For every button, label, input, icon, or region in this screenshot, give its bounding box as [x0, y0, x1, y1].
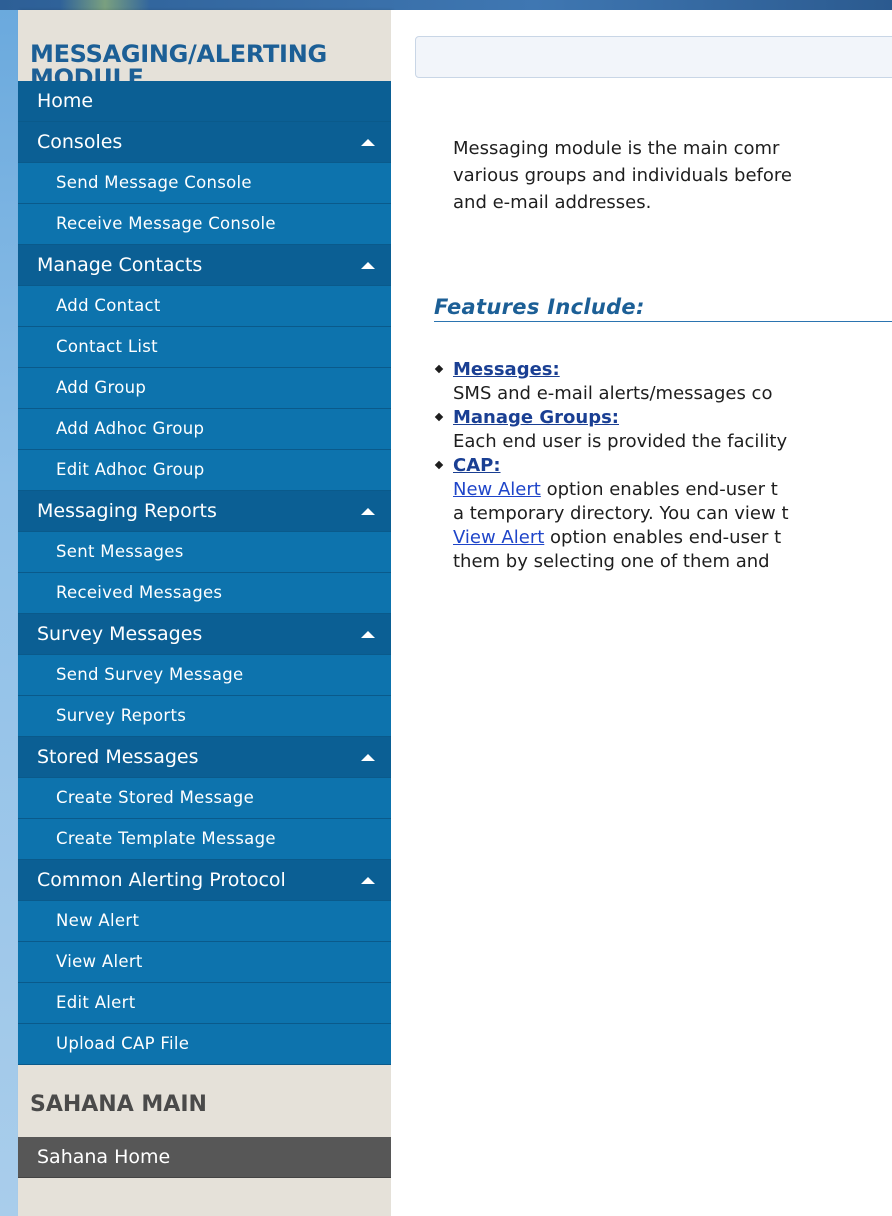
menu-item-label: Add Contact	[56, 296, 161, 315]
menu-item-label: Consoles	[37, 131, 123, 153]
menu-item-label: Add Adhoc Group	[56, 419, 205, 438]
menu-item-label: View Alert	[56, 952, 143, 971]
menu-item-label: Send Message Console	[56, 173, 252, 192]
menu-item-label: Send Survey Message	[56, 665, 244, 684]
menu-item-survey-messages[interactable]: Survey Messages	[18, 614, 391, 655]
triangle-up-icon[interactable]	[361, 877, 375, 884]
submenu-item-send-message-console[interactable]: Send Message Console	[18, 163, 391, 204]
menu-item-consoles[interactable]: Consoles	[18, 122, 391, 163]
menu-item-label: Add Group	[56, 378, 147, 397]
menu-item-label: Receive Message Console	[56, 214, 276, 233]
submenu-item-edit-alert[interactable]: Edit Alert	[18, 983, 391, 1024]
menu-item-stored-messages[interactable]: Stored Messages	[18, 737, 391, 778]
menu-item-common-alerting-protocol[interactable]: Common Alerting Protocol	[18, 860, 391, 901]
submenu-item-edit-adhoc-group[interactable]: Edit Adhoc Group	[18, 450, 391, 491]
menu-item-home[interactable]: Home	[18, 81, 391, 122]
diamond-bullet-icon	[434, 364, 444, 374]
menu-item-label: Contact List	[56, 337, 158, 356]
triangle-up-icon[interactable]	[361, 754, 375, 761]
sidebar: MESSAGING/ALERTING MODULE Home Consoles Se…	[18, 10, 391, 1216]
feature-desc-groups: Each end user is provided the facility	[453, 431, 788, 452]
menu-item-label: Stored Messages	[37, 746, 199, 768]
feature-title-groups[interactable]: Manage Groups:	[453, 406, 892, 430]
cap-line3-text: option enables end-user t	[544, 527, 782, 548]
main-content: Messaging module is the main comr variou…	[391, 10, 892, 1216]
menu-item-manage-contacts[interactable]: Manage Contacts	[18, 245, 391, 286]
submenu-item-create-stored-message[interactable]: Create Stored Message	[18, 778, 391, 819]
submenu-item-receive-message-console[interactable]: Receive Message Console	[18, 204, 391, 245]
submenu-item-survey-reports[interactable]: Survey Reports	[18, 696, 391, 737]
submenu-item-received-messages[interactable]: Received Messages	[18, 573, 391, 614]
menu-item-label: Received Messages	[56, 583, 223, 602]
sahana-main-menu: Sahana Home	[18, 1137, 391, 1178]
menu-item-label: Home	[37, 90, 94, 112]
intro-line-1: Messaging module is the main comr	[453, 138, 780, 159]
feature-desc-cap-line2: a temporary directory. You can view t	[453, 503, 789, 524]
feature-title-cap[interactable]: CAP:	[453, 454, 892, 478]
top-banner	[0, 0, 892, 10]
menu-item-label: Sahana Home	[37, 1146, 171, 1168]
new-alert-link[interactable]: New Alert	[453, 479, 541, 500]
sahana-main-title: SAHANA MAIN	[30, 1092, 207, 1117]
triangle-up-icon[interactable]	[361, 139, 375, 146]
submenu-item-new-alert[interactable]: New Alert	[18, 901, 391, 942]
menu-item-label: Messaging Reports	[37, 500, 217, 522]
submenu-item-sent-messages[interactable]: Sent Messages	[18, 532, 391, 573]
triangle-up-icon[interactable]	[361, 508, 375, 515]
menu-item-messaging-reports[interactable]: Messaging Reports	[18, 491, 391, 532]
menu-item-label: Common Alerting Protocol	[37, 869, 286, 891]
features-heading: Features Include:	[434, 295, 892, 322]
submenu-item-add-contact[interactable]: Add Contact	[18, 286, 391, 327]
menu-item-label: Create Template Message	[56, 829, 276, 848]
menu-item-label: Upload CAP File	[56, 1034, 190, 1053]
menu-item-label: Edit Alert	[56, 993, 136, 1012]
cap-line1-text: option enables end-user t	[540, 479, 778, 500]
module-title: MESSAGING/ALERTING MODULE	[18, 10, 391, 90]
menu-item-label: Edit Adhoc Group	[56, 460, 205, 479]
feature-desc-messages: SMS and e-mail alerts/messages co	[453, 383, 773, 404]
feature-item-groups: Manage Groups: Each end user is provided…	[434, 406, 892, 454]
submenu-item-contact-list[interactable]: Contact List	[18, 327, 391, 368]
diamond-bullet-icon	[434, 460, 444, 470]
module-menu: Home Consoles Send Message Console Receive …	[18, 81, 391, 1065]
submenu-item-upload-cap-file[interactable]: Upload CAP File	[18, 1024, 391, 1065]
menu-item-label: Create Stored Message	[56, 788, 255, 807]
menu-item-label: Manage Contacts	[37, 254, 203, 276]
features-list: Messages: SMS and e-mail alerts/messages…	[434, 358, 892, 574]
page-header-box	[415, 36, 892, 78]
view-alert-link[interactable]: View Alert	[453, 527, 544, 548]
triangle-up-icon[interactable]	[361, 631, 375, 638]
triangle-up-icon[interactable]	[361, 262, 375, 269]
submenu-item-add-adhoc-group[interactable]: Add Adhoc Group	[18, 409, 391, 450]
feature-title-messages[interactable]: Messages:	[453, 358, 892, 382]
feature-item-messages: Messages: SMS and e-mail alerts/messages…	[434, 358, 892, 406]
menu-item-label: Survey Messages	[37, 623, 203, 645]
menu-item-label: Sent Messages	[56, 542, 184, 561]
submenu-item-view-alert[interactable]: View Alert	[18, 942, 391, 983]
feature-desc-cap-line4: them by selecting one of them and	[453, 551, 770, 572]
feature-desc-cap-line3: View Alert option enables end-user t	[453, 526, 892, 550]
intro-line-2: various groups and individuals before	[453, 165, 792, 186]
banner-leaf-decoration	[60, 0, 150, 10]
menu-item-sahana-home[interactable]: Sahana Home	[18, 1137, 391, 1178]
diamond-bullet-icon	[434, 412, 444, 422]
feature-desc-cap-line1: New Alert option enables end-user t	[453, 478, 892, 502]
feature-item-cap: CAP: New Alert option enables end-user t…	[434, 454, 892, 574]
menu-item-label: New Alert	[56, 911, 140, 930]
submenu-item-create-template-message[interactable]: Create Template Message	[18, 819, 391, 860]
submenu-item-add-group[interactable]: Add Group	[18, 368, 391, 409]
menu-item-label: Survey Reports	[56, 706, 187, 725]
submenu-item-send-survey-message[interactable]: Send Survey Message	[18, 655, 391, 696]
intro-line-3: and e-mail addresses.	[453, 192, 652, 213]
module-description: Messaging module is the main comr variou…	[453, 135, 892, 216]
